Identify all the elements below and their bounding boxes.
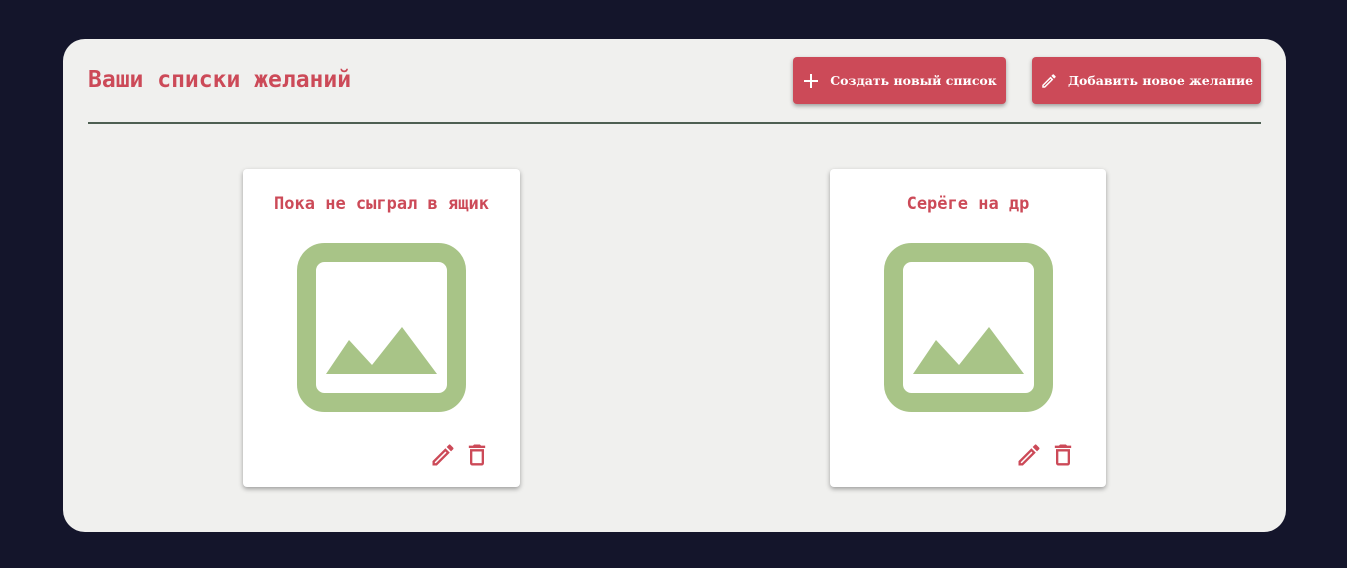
add-wish-label: Добавить новое желание: [1067, 73, 1254, 88]
image-placeholder-icon: [884, 243, 1053, 412]
wishlist-card[interactable]: Серёге на др: [830, 169, 1106, 487]
create-list-label: Создать новый список: [830, 73, 997, 88]
edit-pencil-icon[interactable]: [429, 441, 457, 469]
card-actions: [429, 441, 491, 469]
wishlist-card-title: Серёге на др: [906, 194, 1030, 214]
delete-trash-icon[interactable]: [1049, 441, 1077, 469]
wishlists-panel: Ваши списки желаний Создать новый список…: [63, 39, 1286, 532]
create-list-button[interactable]: Создать новый список: [793, 57, 1006, 104]
edit-pencil-icon[interactable]: [1015, 441, 1043, 469]
plus-icon: [802, 72, 820, 90]
wishlist-card-title: Пока не сыграл в ящик: [274, 194, 489, 214]
delete-trash-icon[interactable]: [463, 441, 491, 469]
pencil-icon: [1040, 72, 1058, 90]
card-actions: [1015, 441, 1077, 469]
image-placeholder-icon: [297, 243, 466, 412]
header-divider: [88, 122, 1261, 124]
add-wish-button[interactable]: Добавить новое желание: [1032, 57, 1261, 104]
wishlist-card[interactable]: Пока не сыграл в ящик: [243, 169, 520, 487]
page-title: Ваши списки желаний: [88, 67, 352, 93]
